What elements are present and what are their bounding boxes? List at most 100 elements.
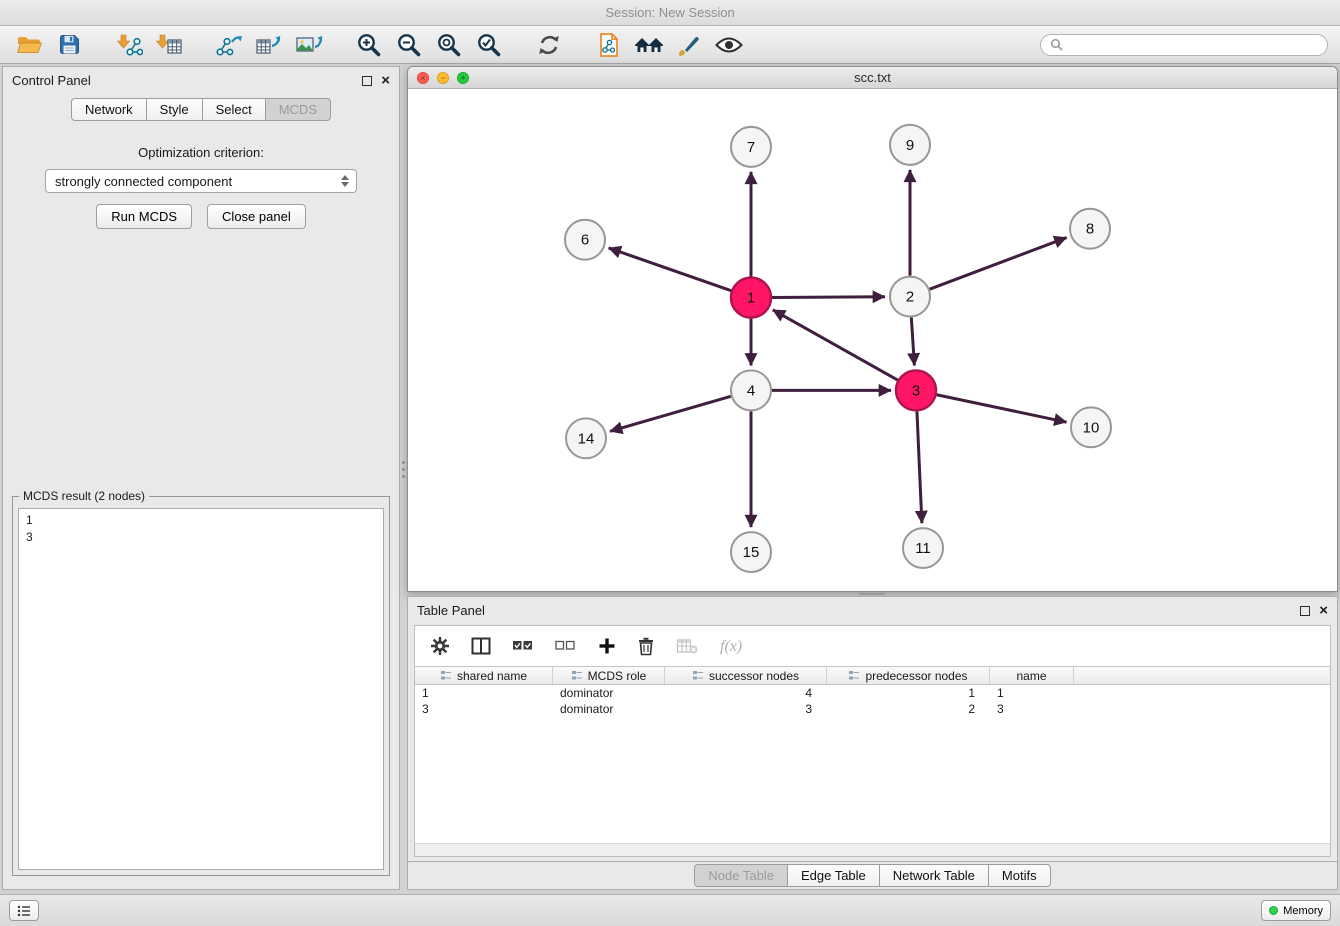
graph-node-2[interactable]: 2 [890, 277, 930, 317]
show-columns-button[interactable] [471, 637, 491, 655]
deselect-all-button[interactable] [555, 637, 577, 655]
close-panel-button[interactable]: Close panel [207, 204, 306, 229]
mcds-result-group: MCDS result (2 nodes) 1 3 [12, 496, 390, 876]
edge-1-6[interactable] [609, 248, 732, 291]
export-image-button[interactable] [292, 29, 326, 61]
table-settings-button[interactable] [430, 636, 450, 656]
table-cell[interactable]: 3 [665, 702, 827, 716]
close-window-icon[interactable]: × [417, 72, 429, 84]
column-header-successor-nodes[interactable]: successor nodes [665, 667, 827, 684]
tab-network[interactable]: Network [71, 98, 147, 121]
tab-network-table[interactable]: Network Table [879, 864, 989, 887]
table-tabs: Node Table Edge Table Network Table Moti… [408, 861, 1337, 889]
column-header-shared-name[interactable]: shared name [415, 667, 553, 684]
graph-node-14[interactable]: 14 [566, 418, 606, 458]
graph-node-3[interactable]: 3 [896, 370, 936, 410]
function-builder-button[interactable]: f(x) [719, 636, 753, 656]
tab-select[interactable]: Select [202, 98, 266, 121]
add-column-button[interactable] [598, 637, 616, 655]
delete-column-button[interactable] [637, 636, 655, 656]
search-box[interactable] [1040, 34, 1328, 56]
save-session-button[interactable] [52, 29, 86, 61]
close-panel-icon[interactable]: × [381, 76, 390, 86]
edge-2-3[interactable] [911, 318, 914, 366]
node-label: 7 [747, 139, 755, 156]
table-cell[interactable]: 1 [990, 686, 1074, 700]
table-cell[interactable]: dominator [553, 702, 665, 716]
table-panel-content: f(x) shared name MCDS role [414, 625, 1331, 857]
import-table-button[interactable] [152, 29, 186, 61]
search-input[interactable] [1068, 38, 1318, 52]
table-horizontal-scrollbar[interactable] [415, 843, 1330, 856]
mcds-result-list[interactable]: 1 3 [18, 508, 384, 870]
zoom-selected-button[interactable] [472, 29, 506, 61]
show-hide-details-button[interactable] [712, 29, 746, 61]
mcds-result-title: MCDS result (2 nodes) [19, 489, 149, 503]
column-header-mcds-role[interactable]: MCDS role [553, 667, 665, 684]
zoom-out-icon [396, 32, 422, 58]
float-table-panel-icon[interactable] [1300, 606, 1310, 616]
run-mcds-button[interactable]: Run MCDS [96, 204, 192, 229]
horizontal-splitter[interactable] [407, 592, 1338, 596]
edge-3-10[interactable] [937, 395, 1067, 422]
delete-table-button[interactable] [676, 637, 698, 655]
graph-node-11[interactable]: 11 [903, 528, 943, 568]
tab-style[interactable]: Style [146, 98, 203, 121]
style-brush-button[interactable] [672, 29, 706, 61]
table-cell[interactable]: dominator [553, 686, 665, 700]
float-panel-icon[interactable] [362, 76, 372, 86]
tab-node-table[interactable]: Node Table [694, 864, 788, 887]
minimize-window-icon[interactable]: − [437, 72, 449, 84]
sort-icon [440, 670, 452, 681]
table-cell[interactable]: 2 [827, 702, 990, 716]
task-history-button[interactable] [9, 900, 39, 921]
graph-node-6[interactable]: 6 [565, 220, 605, 260]
new-network-from-selection-button[interactable] [592, 29, 626, 61]
close-table-panel-icon[interactable]: × [1319, 606, 1328, 616]
edge-3-1[interactable] [773, 310, 898, 380]
zoom-window-icon[interactable]: + [457, 72, 469, 84]
column-header-predecessor-nodes[interactable]: predecessor nodes [827, 667, 990, 684]
network-canvas[interactable]: 7 9 6 8 1 2 4 3 14 10 15 11 [408, 89, 1337, 591]
graph-node-8[interactable]: 8 [1070, 209, 1110, 249]
tab-mcds[interactable]: MCDS [265, 98, 331, 121]
table-row[interactable]: 1 dominator 4 1 1 [415, 685, 1330, 701]
divider-grip-icon [402, 461, 405, 478]
table-cell[interactable]: 3 [990, 702, 1074, 716]
graph-node-10[interactable]: 10 [1071, 407, 1111, 447]
graph-node-7[interactable]: 7 [731, 127, 771, 167]
import-network-button[interactable] [112, 29, 146, 61]
table-cell[interactable]: 1 [415, 686, 553, 700]
memory-label: Memory [1283, 905, 1323, 917]
panel-divider[interactable] [400, 66, 407, 894]
table-row[interactable]: 3 dominator 3 2 3 [415, 701, 1330, 717]
column-header-name[interactable]: name [990, 667, 1074, 684]
table-cell[interactable]: 3 [415, 702, 553, 716]
zoom-in-button[interactable] [352, 29, 386, 61]
export-network-button[interactable] [212, 29, 246, 61]
graph-node-4[interactable]: 4 [731, 370, 771, 410]
graph-node-9[interactable]: 9 [890, 125, 930, 165]
zoom-out-button[interactable] [392, 29, 426, 61]
tab-motifs[interactable]: Motifs [988, 864, 1051, 887]
export-table-button[interactable] [252, 29, 286, 61]
export-network-icon [215, 33, 243, 57]
edge-1-2[interactable] [772, 297, 885, 298]
table-cell[interactable]: 4 [665, 686, 827, 700]
zoom-fit-button[interactable] [432, 29, 466, 61]
table-cell[interactable]: 1 [827, 686, 990, 700]
graph-node-15[interactable]: 15 [731, 532, 771, 572]
plus-icon [598, 637, 616, 655]
memory-button[interactable]: Memory [1261, 900, 1331, 921]
edge-4-14[interactable] [610, 396, 731, 431]
edge-2-8[interactable] [930, 238, 1067, 290]
select-all-button[interactable] [512, 637, 534, 655]
open-session-button[interactable] [12, 29, 46, 61]
optimization-criterion-select[interactable]: strongly connected component [45, 169, 357, 193]
control-panel-header: Control Panel × [3, 67, 399, 94]
graph-node-1[interactable]: 1 [731, 278, 771, 318]
first-neighbors-button[interactable] [632, 29, 666, 61]
tab-edge-table[interactable]: Edge Table [787, 864, 880, 887]
apply-layout-button[interactable] [532, 29, 566, 61]
edge-3-11[interactable] [917, 411, 922, 523]
